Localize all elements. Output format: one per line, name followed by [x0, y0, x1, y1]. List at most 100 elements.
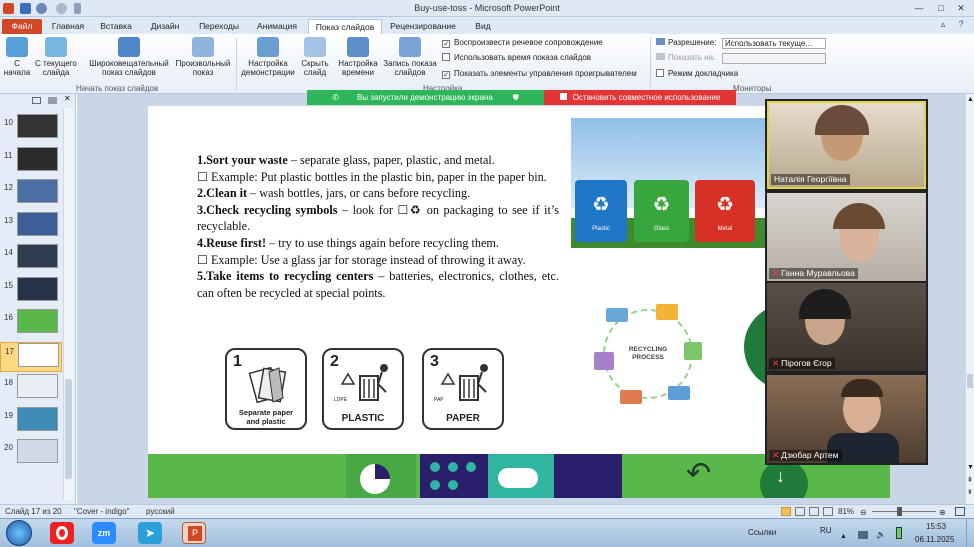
scroll-up-icon[interactable]: ▲ — [967, 96, 974, 103]
network-icon[interactable] — [858, 531, 868, 539]
slide-thumbnail[interactable]: 15 — [0, 276, 62, 307]
trash-bin-icon — [440, 364, 488, 401]
from-beginning-button[interactable]: С начала — [2, 37, 32, 77]
stop-sharing-button[interactable]: Остановить совместное использование — [544, 90, 736, 105]
play-narrations-checkbox[interactable]: ✓ Воспроизвести речевое сопровождение — [442, 37, 603, 49]
thumbnail-preview — [18, 342, 59, 367]
setup-show-button[interactable]: Настройка демонстрации — [240, 37, 296, 77]
zoom-slider[interactable] — [872, 511, 936, 512]
slide-list-item: 2.Clean it – wash bottles, jars, or cans… — [197, 185, 559, 202]
broadcast-show-button[interactable]: Широковещательный показ слайдов — [84, 37, 174, 77]
theme-name[interactable]: "Cover - indigo" — [74, 505, 129, 518]
thumbnail-scroll-thumb[interactable] — [65, 379, 72, 479]
participant-tile[interactable]: ✕ Дзюбар Артем — [767, 375, 926, 463]
scroll-down-icon[interactable]: ▼ — [967, 464, 974, 471]
outline-tab-icon[interactable] — [48, 97, 57, 104]
show-on-select[interactable] — [722, 53, 826, 64]
participant-tile[interactable]: ✕ Пірогов Єгор — [767, 283, 926, 371]
tab-animation[interactable]: Анимация — [250, 19, 304, 34]
group-divider — [650, 38, 651, 90]
presenter-view-checkbox[interactable]: Режим докладчика — [656, 68, 738, 80]
language-indicator[interactable]: русский — [146, 505, 175, 518]
battery-icon[interactable] — [896, 527, 902, 539]
powerpoint-window: Buy-use-toss - Microsoft PowerPoint — □ … — [0, 0, 974, 547]
slides-tab-icon[interactable] — [32, 97, 41, 104]
participant-tile[interactable]: Наталія Георгіївна — [767, 101, 926, 189]
volume-icon[interactable]: 🔈 — [876, 530, 886, 539]
maximize-icon[interactable]: □ — [934, 2, 948, 14]
tab-slide-show[interactable]: Показ слайдов — [308, 19, 382, 34]
cloud-icon — [498, 468, 538, 488]
sorter-view-icon[interactable] — [795, 507, 805, 516]
tab-insert[interactable]: Вставка — [96, 19, 136, 34]
slide-thumbnail[interactable]: 13 — [0, 211, 62, 242]
slide-thumbnail[interactable]: 10 — [0, 114, 62, 144]
thumbnail-number: 17 — [5, 346, 14, 356]
rehearse-timings-button[interactable]: Настройка времени — [336, 37, 380, 77]
record-show-button[interactable]: Запись показа слайдов — [382, 37, 438, 77]
resolution-select[interactable]: Использовать текуще... — [722, 38, 826, 49]
close-pane-icon[interactable]: ✕ — [64, 94, 71, 103]
tray-expand-icon[interactable]: ▲ — [840, 533, 847, 540]
slide-list-item: ☐ Example: Put plastic bottles in the pl… — [197, 169, 559, 186]
use-timings-checkbox[interactable]: Использовать время показа слайдов — [442, 52, 591, 64]
links-toolbar[interactable]: Ссылки — [748, 528, 776, 537]
checkbox-empty-icon — [656, 69, 664, 77]
band-cloud-block — [488, 454, 554, 498]
help-icon[interactable]: ? — [954, 18, 968, 30]
next-slide-icon[interactable]: ⇟ — [967, 488, 973, 496]
participant-tile[interactable]: ✕ Ганна Муравльова — [767, 193, 926, 281]
custom-show-button[interactable]: Произвольный показ — [172, 37, 234, 77]
show-media-controls-checkbox[interactable]: ✓ Показать элементы управления проигрыват… — [442, 68, 637, 80]
slide-list-item: 4.Reuse first! – try to use things again… — [197, 235, 559, 252]
slide-thumbnail[interactable]: 12 — [0, 179, 62, 209]
dot-icon — [430, 480, 440, 490]
slideshow-view-icon[interactable] — [823, 507, 833, 516]
powerpoint-taskbar-icon[interactable]: P — [182, 522, 206, 544]
fit-slide-icon[interactable] — [955, 507, 965, 516]
slide-body-text[interactable]: 1.Sort your waste – separate glass, pape… — [197, 152, 559, 301]
zoom-icon[interactable]: zm — [92, 522, 116, 544]
tab-design[interactable]: Дизайн — [144, 19, 186, 34]
tab-home[interactable]: Главная — [48, 19, 88, 34]
zoom-level[interactable]: 81% — [838, 505, 854, 518]
tab-view[interactable]: Вид — [468, 19, 498, 34]
bin-plastic: ♻ Plastic — [575, 180, 627, 242]
telegram-icon[interactable]: ➤ — [138, 522, 162, 544]
ribbon-minimize-icon[interactable]: ▵ — [936, 18, 950, 30]
reading-view-icon[interactable] — [809, 507, 819, 516]
tab-file[interactable]: Файл — [2, 19, 42, 34]
start-button[interactable] — [6, 520, 32, 546]
slide-thumbnail[interactable]: 19 — [0, 406, 62, 437]
prev-slide-icon[interactable]: ⇞ — [967, 476, 973, 484]
minimize-icon[interactable]: — — [912, 2, 926, 14]
dot-icon — [448, 480, 458, 490]
group-label-monitors: Мониторы — [733, 84, 772, 93]
item-text: ☐ Example: Use a glass jar for storage i… — [197, 252, 526, 267]
slide-thumbnail[interactable]: 17 — [0, 341, 62, 372]
zoom-slider-thumb[interactable] — [897, 507, 902, 516]
slide-thumbnail[interactable]: 14 — [0, 244, 62, 274]
slide-thumbnail[interactable]: 20 — [0, 439, 62, 469]
normal-view-icon[interactable] — [781, 507, 791, 516]
show-desktop-button[interactable] — [966, 519, 974, 547]
close-icon[interactable]: ✕ — [954, 2, 968, 14]
thumbnail-number: 10 — [4, 118, 13, 127]
from-current-slide-button[interactable]: С текущего слайда — [34, 37, 78, 77]
tab-review[interactable]: Рецензирование — [388, 19, 458, 34]
clock-date[interactable]: 06.11.2025 — [915, 535, 954, 544]
clock-time[interactable]: 15:53 — [926, 522, 946, 531]
tab-transitions[interactable]: Переходы — [193, 19, 245, 34]
slide-thumbnail[interactable]: 11 — [0, 146, 62, 177]
phone-icon: ✆ — [332, 93, 339, 102]
item-heading: 5.Take items to recycling centers — [197, 269, 374, 284]
editor-scrollbar[interactable]: ▲ ▼ ⇞ ⇟ — [965, 94, 974, 504]
muted-mic-icon: ✕ — [772, 450, 780, 460]
opera-icon[interactable] — [50, 522, 74, 544]
keyboard-layout[interactable]: RU — [820, 526, 832, 535]
hide-slide-button[interactable]: Скрыть слайд — [298, 37, 332, 77]
slide-thumbnail[interactable]: 18 — [0, 374, 62, 404]
title-bar: Buy-use-toss - Microsoft PowerPoint — □ … — [0, 0, 974, 17]
scroll-thumb[interactable] — [967, 374, 973, 388]
slide-thumbnail[interactable]: 16 — [0, 309, 62, 339]
